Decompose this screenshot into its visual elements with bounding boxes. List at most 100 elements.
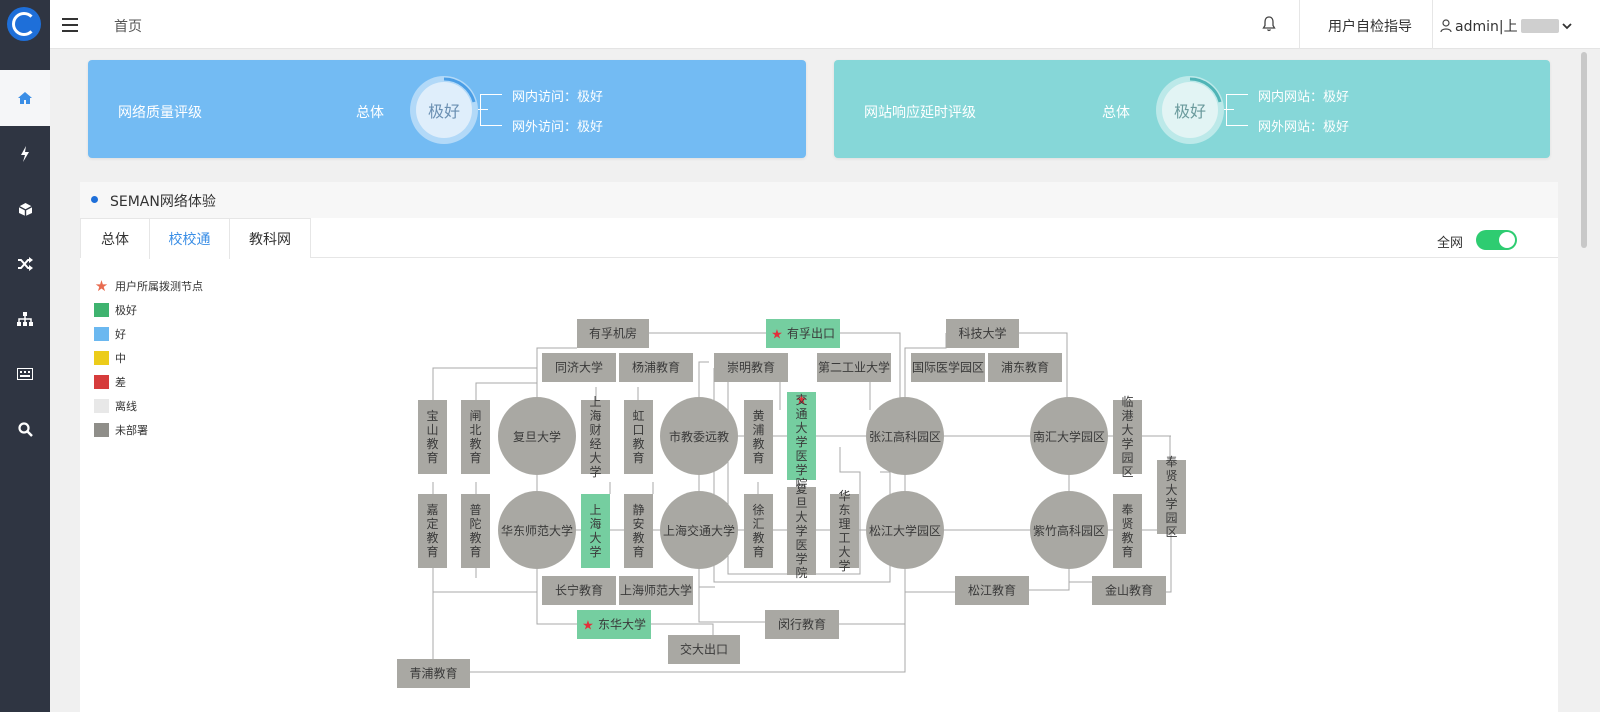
- connector-bracket: [1226, 94, 1248, 126]
- site-node[interactable]: 有孚机房: [577, 319, 649, 348]
- scrollbar[interactable]: [1581, 52, 1587, 248]
- site-label: 松江教育: [968, 583, 1016, 598]
- hub-label: 张江高科园区: [869, 429, 941, 444]
- network-quality-card: 网络质量评级 总体 极好 网内访问：极好 网外访问：极好: [88, 60, 806, 158]
- site-node[interactable]: 杨浦教育: [619, 353, 693, 382]
- site-node[interactable]: 同济大学: [542, 353, 616, 382]
- site-node[interactable]: ★交通大学医学院: [787, 392, 816, 491]
- site-node[interactable]: 华东理工大学: [830, 489, 859, 573]
- top-separator: [1432, 0, 1433, 49]
- site-label: 青浦教育: [409, 666, 457, 681]
- site-label: 徐汇教育: [752, 502, 764, 559]
- site-node[interactable]: 交大出口: [668, 635, 740, 664]
- site-label: 虹口教育: [632, 409, 644, 465]
- rating-line-internal: 网内网站：极好: [1258, 90, 1350, 105]
- site-label: 有孚出口: [787, 327, 835, 341]
- rating-line-internal: 网内访问：极好: [512, 90, 604, 105]
- site-node[interactable]: 上海大学: [581, 494, 610, 568]
- user-name: admin|上: [1455, 19, 1518, 35]
- site-node[interactable]: 崇明教育: [714, 353, 788, 382]
- site-node[interactable]: 奉贤大学园区: [1157, 455, 1186, 539]
- site-node[interactable]: 松江教育: [955, 576, 1029, 605]
- star-icon: ★: [771, 328, 783, 343]
- sitemap-icon[interactable]: [0, 291, 50, 347]
- sidebar: [0, 0, 50, 712]
- site-node[interactable]: 虹口教育: [624, 400, 653, 474]
- hub-node[interactable]: 张江高科园区: [866, 397, 944, 475]
- site-label: 长宁教育: [555, 583, 603, 598]
- menu-toggle-icon[interactable]: [62, 18, 78, 32]
- site-node[interactable]: 闵行教育: [765, 610, 839, 639]
- hub-label: 复旦大学: [513, 429, 561, 444]
- connection-line: [432, 568, 537, 593]
- user-menu[interactable]: admin|上: [1440, 16, 1572, 36]
- site-node[interactable]: 嘉定教育: [418, 494, 447, 568]
- card-title: 网站响应延时评级: [864, 105, 976, 121]
- site-node[interactable]: 金山教育: [1092, 576, 1166, 605]
- connection-line: [651, 623, 714, 635]
- site-label: 静安教育: [632, 503, 644, 559]
- site-node[interactable]: 第二工业大学: [817, 353, 891, 382]
- site-label: 黄浦教育: [752, 409, 764, 465]
- star-icon: ★: [582, 619, 594, 634]
- site-label: 嘉定教育: [426, 503, 438, 559]
- card-total-label: 总体: [1102, 105, 1130, 121]
- site-node[interactable]: 宝山教育: [418, 400, 447, 474]
- site-node[interactable]: 科技大学: [946, 319, 1019, 348]
- box-icon[interactable]: [0, 181, 50, 237]
- user-guide-link[interactable]: 用户自检指导: [1328, 16, 1412, 36]
- site-node[interactable]: 徐汇教育: [744, 494, 773, 568]
- site-node[interactable]: 上海师范大学: [619, 576, 693, 605]
- site-label: 奉贤大学园区: [1165, 455, 1177, 539]
- site-label: 金山教育: [1105, 583, 1153, 598]
- hub-node[interactable]: 市教委远教: [660, 397, 738, 475]
- search-icon[interactable]: [0, 401, 50, 457]
- site-node[interactable]: 青浦教育: [397, 659, 470, 688]
- site-label: 宝山教育: [426, 409, 438, 465]
- site-node[interactable]: 东华大学 ★: [577, 610, 651, 639]
- site-label: 交通大学医学院: [795, 392, 807, 491]
- site-label: 奉贤教育: [1121, 503, 1133, 559]
- top-separator: [1299, 0, 1300, 49]
- site-label: 闵行教育: [778, 617, 826, 632]
- site-label: 交大出口: [680, 642, 728, 657]
- keyboard-icon[interactable]: [0, 346, 50, 402]
- card-total-label: 总体: [356, 105, 384, 121]
- site-label: 上海大学: [589, 503, 601, 559]
- hub-node[interactable]: 南汇大学园区: [1030, 397, 1108, 475]
- hub-node[interactable]: 紫竹高科园区: [1030, 491, 1108, 569]
- response-latency-card: 网站响应延时评级 总体 极好 网内网站：极好 网外网站：极好: [834, 60, 1550, 158]
- hub-node[interactable]: 上海交通大学: [660, 491, 738, 569]
- chevron-down-icon: [1561, 23, 1572, 30]
- network-topology-map: 复旦大学 市教委远教 张江高科园区 南汇大学园区华东师范大学 上海交通大学 松江大学园区 紫…: [397, 319, 1186, 688]
- user-name-redacted: [1520, 19, 1559, 33]
- site-node[interactable]: 浦东教育: [988, 353, 1062, 382]
- site-node[interactable]: 普陀教育: [461, 494, 490, 568]
- breadcrumb-home[interactable]: 首页: [114, 16, 142, 36]
- site-node[interactable]: 黄浦教育: [744, 400, 773, 474]
- site-label: 闸北教育: [469, 409, 481, 465]
- lightning-icon[interactable]: [0, 126, 50, 182]
- site-node[interactable]: 复旦大学医学院: [787, 482, 816, 580]
- site-label: 科技大学: [958, 326, 1006, 341]
- site-node[interactable]: 奉贤教育: [1113, 494, 1142, 568]
- hub-label: 上海交通大学: [663, 523, 735, 538]
- site-node[interactable]: 闸北教育: [461, 400, 490, 474]
- site-label: 上海师范大学: [620, 583, 692, 598]
- site-node[interactable]: 有孚出口 ★: [766, 319, 840, 348]
- hub-node[interactable]: 复旦大学: [498, 397, 576, 475]
- site-node[interactable]: 长宁教育: [542, 576, 616, 605]
- card-title: 网络质量评级: [118, 105, 202, 121]
- hub-node[interactable]: 华东师范大学: [498, 491, 576, 569]
- site-node[interactable]: 国际医学园区: [911, 353, 985, 382]
- site-node[interactable]: 静安教育: [624, 494, 653, 568]
- site-node[interactable]: 临港大学园区: [1113, 395, 1142, 479]
- site-node[interactable]: 上海财经大学: [581, 395, 610, 479]
- shuffle-icon[interactable]: [0, 236, 50, 292]
- site-label: 杨浦教育: [632, 360, 680, 375]
- logo-icon[interactable]: [7, 7, 41, 41]
- connector-line: [1224, 109, 1234, 110]
- bell-icon[interactable]: [1262, 16, 1276, 36]
- hub-node[interactable]: 松江大学园区: [866, 491, 944, 569]
- home-icon[interactable]: [0, 70, 50, 126]
